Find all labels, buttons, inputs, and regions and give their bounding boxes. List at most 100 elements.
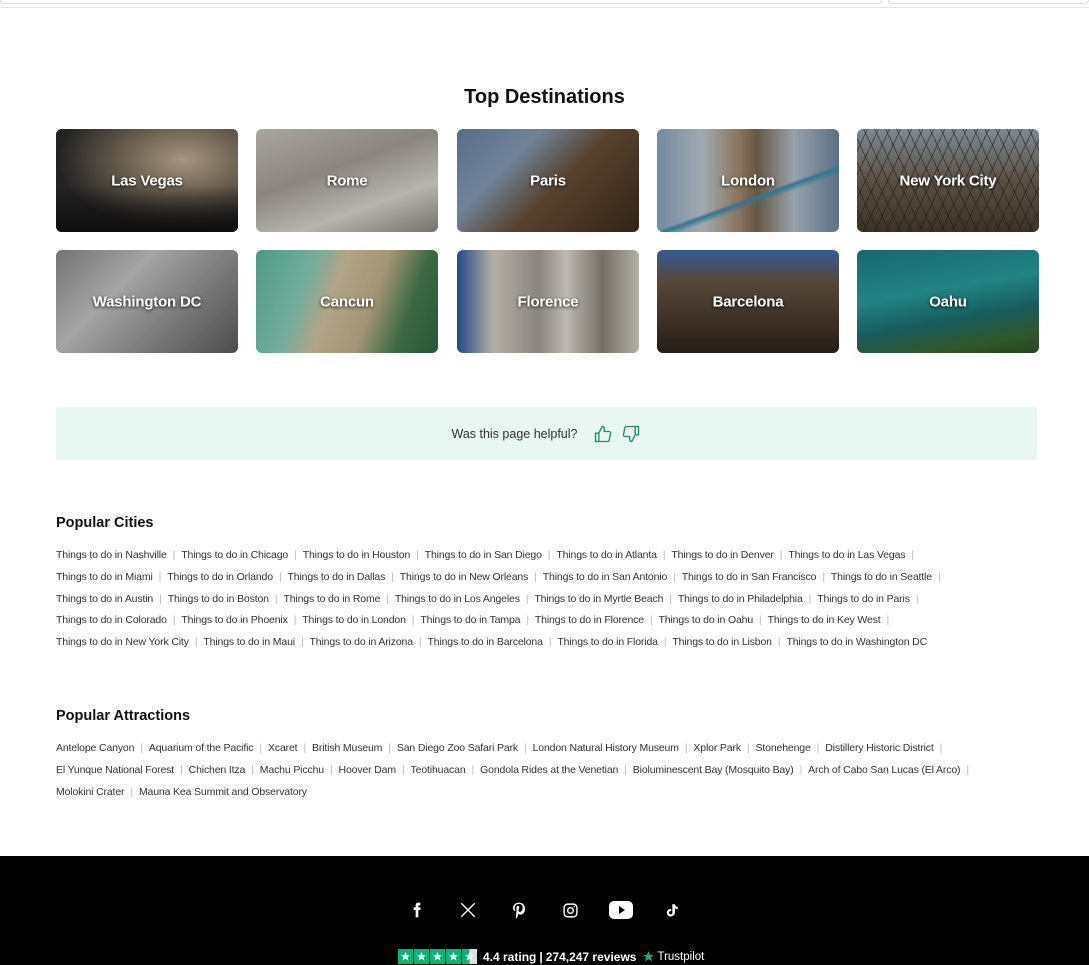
city-link[interactable]: Things to do in San Francisco xyxy=(682,571,817,583)
link-separator: | xyxy=(547,549,551,561)
link-separator: | xyxy=(293,614,297,627)
popular-cities-section: Popular Cities Things to do in Nashville… xyxy=(56,515,1046,654)
attraction-link[interactable]: Mauna Kea Summit and Observatory xyxy=(139,786,307,798)
attraction-link[interactable]: Molokini Crater xyxy=(56,786,125,798)
attraction-link[interactable]: Machu Picchu xyxy=(260,764,324,776)
city-link[interactable]: Things to do in New York City xyxy=(56,636,189,648)
city-link[interactable]: Things to do in Las Vegas xyxy=(788,549,905,561)
destination-card-new-york-city[interactable]: New York City xyxy=(857,129,1039,232)
attraction-link[interactable]: London Natural History Museum xyxy=(533,742,679,754)
attraction-link[interactable]: El Yunque National Forest xyxy=(56,764,174,776)
city-link[interactable]: Things to do in San Diego xyxy=(425,549,542,561)
city-link[interactable]: Things to do in Atlanta xyxy=(556,549,657,561)
feedback-question: Was this page helpful? xyxy=(451,426,578,441)
destination-card-las-vegas[interactable]: Las Vegas xyxy=(56,129,238,232)
destination-card-london[interactable]: London xyxy=(657,129,839,232)
city-link[interactable]: Things to do in Lisbon xyxy=(672,636,772,648)
thumbs-down-icon[interactable] xyxy=(620,423,642,445)
city-link[interactable]: Things to do in Miami xyxy=(56,571,153,583)
city-link[interactable]: Things to do in Arizona xyxy=(310,636,414,648)
link-separator: | xyxy=(673,570,676,583)
city-link[interactable]: Things to do in Oahu xyxy=(659,614,754,626)
attraction-link[interactable]: Distillery Historic District xyxy=(825,742,934,754)
city-link[interactable]: Things to do in Nashville xyxy=(56,549,167,561)
city-link[interactable]: Things to do in Key West xyxy=(768,614,881,626)
city-link[interactable]: Things to do in Los Angeles xyxy=(395,593,520,605)
destination-card-oahu[interactable]: Oahu xyxy=(857,250,1039,353)
destination-card-florence[interactable]: Florence xyxy=(457,250,639,353)
link-separator: | xyxy=(418,636,422,649)
city-link[interactable]: Things to do in Chicago xyxy=(181,549,288,561)
city-link[interactable]: Things to do in Florence xyxy=(535,614,644,626)
city-link[interactable]: Things to do in Paris xyxy=(817,593,910,605)
thumbs-up-icon[interactable] xyxy=(592,423,614,445)
destination-card-cancun[interactable]: Cancun xyxy=(256,250,438,353)
city-link[interactable]: Things to do in Maui xyxy=(203,636,295,648)
link-separator: | xyxy=(329,763,333,776)
trustpilot-rating[interactable]: 4.4 rating | 274,247 reviews Trustpilot xyxy=(398,948,704,965)
attraction-link[interactable]: Aquarium of the Pacific xyxy=(149,742,254,754)
city-link[interactable]: Things to do in Denver xyxy=(671,549,773,561)
attraction-link[interactable]: Stonehenge xyxy=(756,742,811,754)
attraction-link[interactable]: Gondola Rides at the Venetian xyxy=(480,764,618,776)
city-link[interactable]: Things to do in Boston xyxy=(168,593,269,605)
pinterest-icon[interactable] xyxy=(494,899,545,921)
city-link[interactable]: Things to do in Barcelona xyxy=(427,636,542,648)
attraction-link[interactable]: San Diego Zoo Safari Park xyxy=(397,742,518,754)
link-separator: | xyxy=(259,742,262,754)
destination-card-rome[interactable]: Rome xyxy=(256,129,438,232)
links-line: Molokini Crater | Mauna Kea Summit and Obs… xyxy=(56,782,1046,804)
city-link[interactable]: Things to do in Philadelphia xyxy=(678,593,803,605)
link-separator: | xyxy=(172,549,176,561)
destination-card-paris[interactable]: Paris xyxy=(457,129,639,232)
attraction-link[interactable]: Teotihuacan xyxy=(411,764,466,776)
city-link[interactable]: Things to do in Washington DC xyxy=(786,636,927,648)
destination-label: New York City xyxy=(899,172,997,189)
destination-label: Florence xyxy=(517,293,579,310)
popular-attractions-title: Popular Attractions xyxy=(56,708,191,724)
link-separator: | xyxy=(158,570,162,583)
city-link[interactable]: Things to do in Austin xyxy=(56,593,153,605)
links-line: Things to do in Colorado | Things to do in… xyxy=(56,610,1046,632)
link-separator: | xyxy=(911,549,914,561)
attraction-link[interactable]: British Museum xyxy=(312,742,382,754)
tiktok-icon[interactable] xyxy=(647,899,698,921)
city-link[interactable]: Things to do in Rome xyxy=(283,593,380,605)
city-link[interactable]: Things to do in Florida xyxy=(557,636,658,648)
link-separator: | xyxy=(140,742,143,754)
link-separator: | xyxy=(779,549,783,561)
city-link[interactable]: Things to do in Colorado xyxy=(56,614,167,626)
attraction-link[interactable]: Arch of Cabo San Lucas (El Arco) xyxy=(808,764,960,776)
reviews-count: 274,247 reviews xyxy=(545,949,637,964)
attraction-link[interactable]: Xcaret xyxy=(268,742,298,754)
star-icon xyxy=(430,949,445,964)
destination-card-barcelona[interactable]: Barcelona xyxy=(657,250,839,353)
link-separator: | xyxy=(391,570,394,583)
city-link[interactable]: Things to do in London xyxy=(302,614,406,626)
links-line: El Yunque National Forest | Chichen Itza | M… xyxy=(56,760,1046,782)
popular-attractions-section: Popular Attractions Antelope Canyon | Aqua… xyxy=(56,708,1046,803)
facebook-icon[interactable] xyxy=(392,899,443,921)
city-link[interactable]: Things to do in Orlando xyxy=(167,571,273,583)
youtube-icon[interactable] xyxy=(596,899,647,921)
city-link[interactable]: Things to do in Houston xyxy=(303,549,411,561)
half-star-icon xyxy=(462,949,477,964)
city-link[interactable]: Things to do in Dallas xyxy=(288,571,386,583)
popular-attractions-links: Antelope Canyon | Aquarium of the Pacific |… xyxy=(56,738,1046,803)
attraction-link[interactable]: Antelope Canyon xyxy=(56,742,134,754)
attraction-link[interactable]: Chichen Itza xyxy=(189,764,246,776)
city-link[interactable]: Things to do in Myrtle Beach xyxy=(534,593,663,605)
destination-card-washington-dc[interactable]: Washington DC xyxy=(56,250,238,353)
city-link[interactable]: Things to do in San Antonio xyxy=(543,571,668,583)
link-separator: | xyxy=(886,614,890,627)
attraction-link[interactable]: Bioluminescent Bay (Mosquito Bay) xyxy=(633,764,794,776)
attraction-link[interactable]: Xplor Park xyxy=(693,742,741,754)
attraction-link[interactable]: Hoover Dam xyxy=(339,764,397,776)
instagram-icon[interactable] xyxy=(545,899,596,921)
x-icon[interactable] xyxy=(443,899,494,921)
city-link[interactable]: Things to do in Phoenix xyxy=(181,614,287,626)
city-link[interactable]: Things to do in Tampa xyxy=(420,614,520,626)
star-icon xyxy=(398,949,413,964)
city-link[interactable]: Things to do in Seattle xyxy=(831,571,932,583)
city-link[interactable]: Things to do in New Orleans xyxy=(400,571,529,583)
